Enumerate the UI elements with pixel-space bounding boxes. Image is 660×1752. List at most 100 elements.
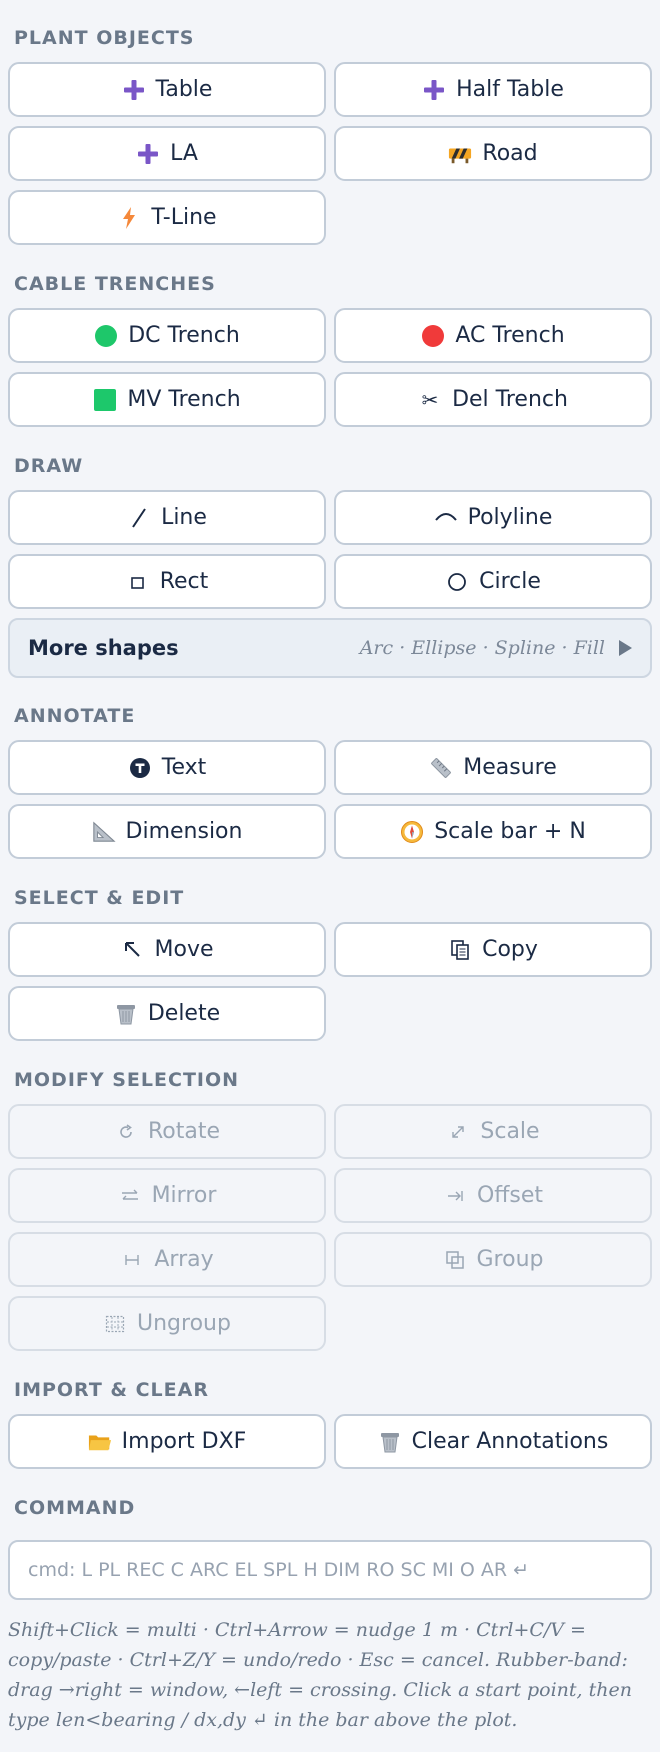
mirror-label: Mirror	[151, 1183, 217, 1208]
red-circle-icon	[421, 324, 445, 348]
compass-icon	[400, 820, 424, 844]
circle-icon	[445, 570, 469, 594]
text-label: Text	[161, 755, 207, 780]
copy-label: Copy	[482, 937, 538, 962]
ungroup-icon	[103, 1312, 127, 1336]
ungroup-label: Ungroup	[137, 1311, 231, 1336]
folder-icon	[88, 1430, 112, 1454]
section-title-modify-selection: MODIFY SELECTION	[14, 1069, 240, 1091]
plus-icon	[422, 78, 446, 102]
import-dxf-label: Import DXF	[121, 1429, 247, 1454]
section-title-annotate: ANNOTATE	[14, 705, 136, 727]
construction-barrier-icon	[448, 142, 472, 166]
tool-panel: PLANT OBJECTS Table Half Table LA Road T…	[0, 0, 660, 1752]
expand-arrow-icon	[619, 640, 632, 656]
rotate-button[interactable]: Rotate	[8, 1104, 326, 1159]
mirror-button[interactable]: Mirror	[8, 1168, 326, 1223]
t-line-label: T-Line	[151, 205, 217, 230]
rotate-label: Rotate	[147, 1119, 221, 1144]
delete-label: Delete	[147, 1001, 221, 1026]
array-button[interactable]: Array	[8, 1232, 326, 1287]
green-circle-icon	[94, 324, 118, 348]
polyline-arc-icon	[434, 506, 458, 530]
line-icon	[127, 506, 151, 530]
la-button[interactable]: LA	[8, 126, 326, 181]
del-trench-label: Del Trench	[452, 387, 568, 412]
scale-bar-button[interactable]: Scale bar + N	[334, 804, 652, 859]
more-shapes-toggle[interactable]: More shapes Arc · Ellipse · Spline · Fil…	[8, 618, 652, 678]
section-title-plant-objects: PLANT OBJECTS	[14, 27, 195, 49]
green-square-icon	[93, 388, 117, 412]
rect-label: Rect	[159, 569, 209, 594]
array-icon	[120, 1248, 144, 1272]
plus-icon	[122, 78, 146, 102]
section-title-draw: DRAW	[14, 455, 84, 477]
ac-trench-button[interactable]: AC Trench	[334, 308, 652, 363]
dimension-button[interactable]: Dimension	[8, 804, 326, 859]
rotate-icon	[114, 1120, 138, 1144]
import-dxf-button[interactable]: Import DXF	[8, 1414, 326, 1469]
polyline-label: Polyline	[467, 505, 553, 530]
delete-button[interactable]: Delete	[8, 986, 326, 1041]
half-table-label: Half Table	[456, 77, 564, 102]
move-button[interactable]: Move	[8, 922, 326, 977]
la-label: LA	[170, 141, 198, 166]
mv-trench-button[interactable]: MV Trench	[8, 372, 326, 427]
line-label: Line	[161, 505, 207, 530]
plus-icon	[136, 142, 160, 166]
dc-trench-button[interactable]: DC Trench	[8, 308, 326, 363]
clear-annotations-button[interactable]: Clear Annotations	[334, 1414, 652, 1469]
trash-icon	[114, 1002, 138, 1026]
scale-button[interactable]: Scale	[334, 1104, 652, 1159]
scale-label: Scale	[480, 1119, 540, 1144]
dc-trench-label: DC Trench	[128, 323, 240, 348]
polyline-button[interactable]: Polyline	[334, 490, 652, 545]
copy-icon	[448, 938, 472, 962]
section-title-import-clear: IMPORT & CLEAR	[14, 1379, 209, 1401]
command-input[interactable]	[8, 1540, 652, 1600]
scale-bar-label: Scale bar + N	[434, 819, 586, 844]
road-button[interactable]: Road	[334, 126, 652, 181]
copy-button[interactable]: Copy	[334, 922, 652, 977]
del-trench-button[interactable]: ✂ Del Trench	[334, 372, 652, 427]
clear-annotations-label: Clear Annotations	[411, 1429, 609, 1454]
group-label: Group	[476, 1247, 544, 1272]
text-t-icon	[128, 756, 152, 780]
table-button[interactable]: Table	[8, 62, 326, 117]
mv-trench-label: MV Trench	[127, 387, 241, 412]
offset-arrow-icon	[443, 1184, 467, 1208]
table-label: Table	[155, 77, 213, 102]
rect-button[interactable]: Rect	[8, 554, 326, 609]
dimension-label: Dimension	[125, 819, 243, 844]
half-table-button[interactable]: Half Table	[334, 62, 652, 117]
offset-label: Offset	[476, 1183, 544, 1208]
rectangle-icon	[126, 570, 150, 594]
command-help-text: Shift+Click = multi · Ctrl+Arrow = nudge…	[8, 1619, 632, 1731]
ungroup-button[interactable]: Ungroup	[8, 1296, 326, 1351]
section-title-command: COMMAND	[14, 1497, 136, 1519]
more-shapes-hint: Arc · Ellipse · Spline · Fill	[359, 637, 605, 659]
scale-arrows-icon	[446, 1120, 470, 1144]
group-icon	[443, 1248, 467, 1272]
triangle-ruler-icon	[92, 820, 116, 844]
group-button[interactable]: Group	[334, 1232, 652, 1287]
lightning-icon	[117, 206, 141, 230]
array-label: Array	[154, 1247, 214, 1272]
measure-button[interactable]: Measure	[334, 740, 652, 795]
section-title-cable-trenches: CABLE TRENCHES	[14, 273, 216, 295]
ruler-icon	[429, 756, 453, 780]
ac-trench-label: AC Trench	[455, 323, 565, 348]
section-title-select-edit: SELECT & EDIT	[14, 887, 185, 909]
trash-icon	[378, 1430, 402, 1454]
t-line-button[interactable]: T-Line	[8, 190, 326, 245]
more-shapes-label: More shapes	[28, 636, 179, 660]
offset-button[interactable]: Offset	[334, 1168, 652, 1223]
line-button[interactable]: Line	[8, 490, 326, 545]
text-button[interactable]: Text	[8, 740, 326, 795]
road-label: Road	[482, 141, 538, 166]
move-label: Move	[154, 937, 214, 962]
circle-label: Circle	[479, 569, 541, 594]
scissors-icon: ✂	[421, 387, 439, 412]
arrow-northwest-icon	[121, 938, 145, 962]
circle-button[interactable]: Circle	[334, 554, 652, 609]
